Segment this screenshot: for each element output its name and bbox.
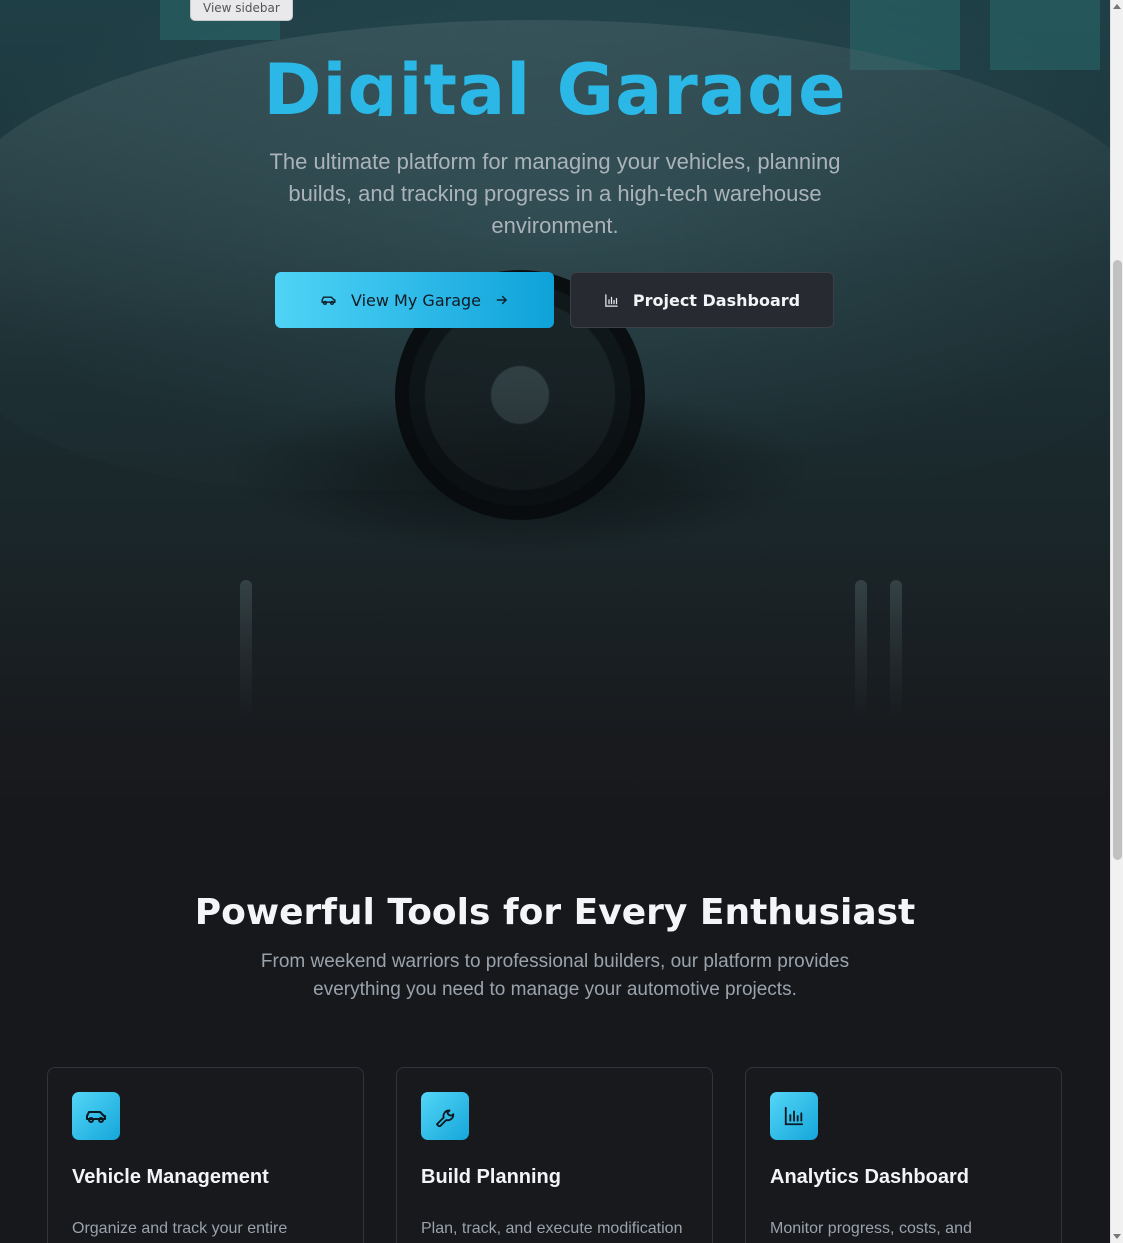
card-title: Build Planning	[421, 1166, 561, 1188]
scrollbar-thumb[interactable]	[1113, 260, 1122, 860]
card-title: Vehicle Management	[72, 1166, 269, 1188]
view-my-garage-label: View My Garage	[351, 290, 481, 310]
feature-card-build-planning[interactable]: Build Planning Plan, track, and execute …	[396, 1067, 713, 1243]
hero-title: Digital Garage	[263, 49, 847, 116]
wrench-icon	[421, 1092, 469, 1140]
view-my-garage-button[interactable]: View My Garage	[275, 272, 554, 328]
hero-subtitle: The ultimate platform for managing your …	[269, 149, 841, 238]
features-title: Powerful Tools for Every Enthusiast	[194, 892, 916, 933]
card-description: Organize and track your entire	[72, 1220, 288, 1237]
feature-card-analytics-dashboard[interactable]: Analytics Dashboard Monitor progress, co…	[745, 1067, 1062, 1243]
project-dashboard-button[interactable]: Project Dashboard	[570, 272, 834, 328]
card-description: Monitor progress, costs, and	[770, 1220, 972, 1237]
bar-chart-icon	[604, 293, 619, 308]
feature-card-vehicle-management[interactable]: Vehicle Management Organize and track yo…	[47, 1067, 364, 1243]
hero-section	[0, 0, 1110, 810]
card-description: Plan, track, and execute modification	[421, 1220, 683, 1237]
features-subtitle: From weekend warriors to professional bu…	[260, 951, 850, 1000]
car-icon	[72, 1092, 120, 1140]
scroll-up-arrow-icon[interactable]	[1113, 4, 1121, 9]
arrow-right-icon	[495, 293, 509, 307]
bar-chart-icon	[770, 1092, 818, 1140]
view-sidebar-tooltip: View sidebar	[190, 0, 293, 21]
car-icon	[320, 293, 337, 307]
project-dashboard-label: Project Dashboard	[632, 290, 801, 310]
scroll-down-arrow-icon[interactable]	[1113, 1234, 1121, 1239]
page-scrollbar[interactable]	[1110, 0, 1123, 1243]
hero-fade	[0, 540, 1110, 810]
card-title: Analytics Dashboard	[770, 1166, 969, 1188]
